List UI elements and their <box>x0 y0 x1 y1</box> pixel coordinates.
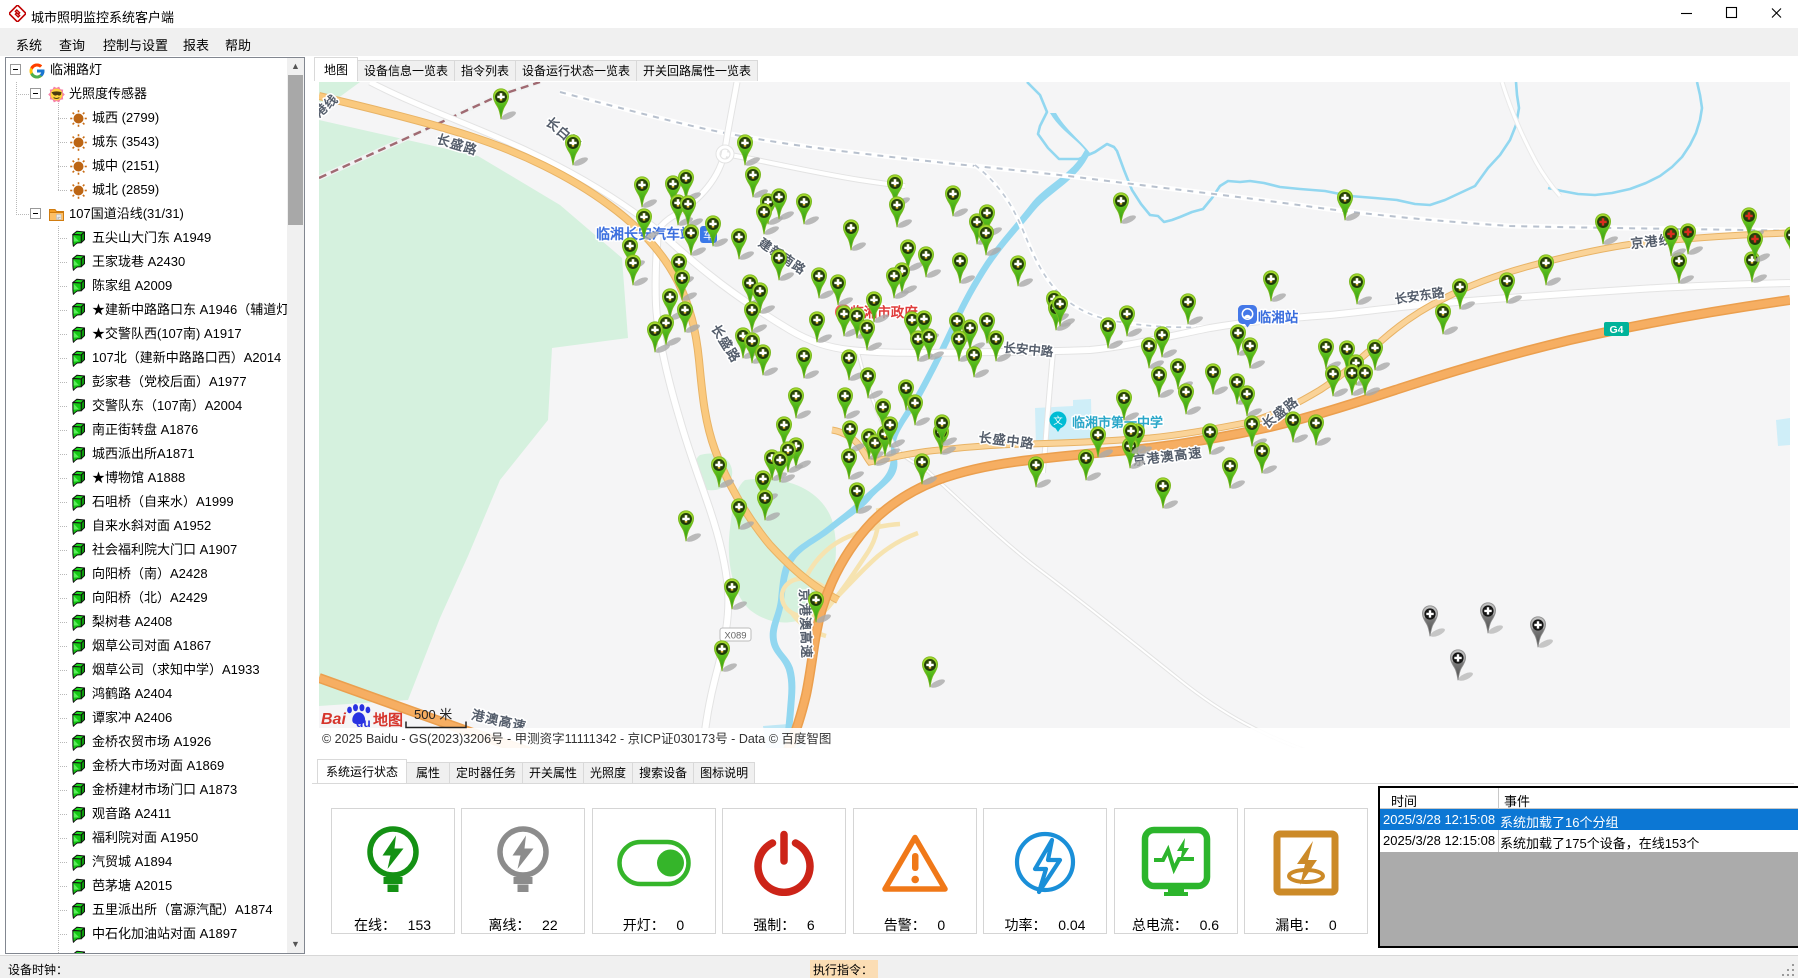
svg-text:临湘市第一中学: 临湘市第一中学 <box>1072 415 1163 430</box>
svg-text:© 2025 Baidu - GS(2023)3206号 -: © 2025 Baidu - GS(2023)3206号 - 甲测资字11111… <box>322 731 831 746</box>
svg-text:du: du <box>356 716 371 730</box>
svg-text:临湘站: 临湘站 <box>1258 309 1299 325</box>
svg-text:500 米: 500 米 <box>414 707 452 722</box>
svg-text:Bai: Bai <box>321 711 346 728</box>
svg-text:X089: X089 <box>724 631 746 642</box>
svg-text:地图: 地图 <box>373 711 403 729</box>
svg-text:G4: G4 <box>1609 324 1623 336</box>
svg-text:文: 文 <box>1053 415 1063 427</box>
